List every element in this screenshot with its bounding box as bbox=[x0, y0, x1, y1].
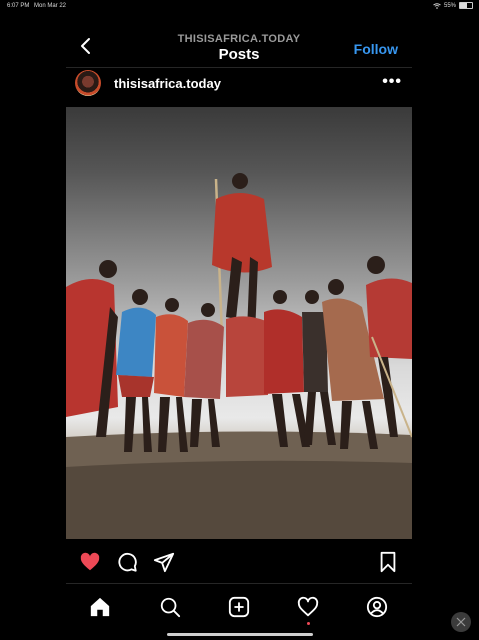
avatar[interactable] bbox=[75, 70, 101, 96]
posts-header: THISISAFRICA.TODAY Posts Follow bbox=[66, 30, 412, 66]
post-header: thisisafrica.today ••• bbox=[66, 70, 412, 98]
home-indicator[interactable] bbox=[167, 633, 313, 636]
header-divider bbox=[66, 67, 412, 68]
status-date: Mon Mar 22 bbox=[34, 3, 67, 9]
status-bar: 6:07 PM Mon Mar 22 55% bbox=[0, 0, 479, 14]
send-icon[interactable] bbox=[153, 551, 175, 573]
plus-square-icon[interactable] bbox=[228, 596, 250, 618]
profile-icon[interactable] bbox=[366, 596, 388, 618]
search-icon[interactable] bbox=[159, 596, 181, 618]
heart-outline-icon[interactable] bbox=[297, 596, 319, 618]
wifi-icon bbox=[433, 2, 441, 9]
status-time: 6:07 PM bbox=[7, 3, 30, 9]
assistive-touch-button[interactable] bbox=[451, 612, 471, 632]
heart-icon[interactable] bbox=[79, 551, 101, 573]
post-photo[interactable] bbox=[66, 107, 412, 539]
post-actions bbox=[66, 548, 412, 576]
photo-illustration bbox=[66, 173, 412, 539]
bottom-tab-bar bbox=[66, 592, 412, 622]
activity-notification-dot bbox=[307, 622, 310, 625]
collapse-arrows-icon bbox=[456, 617, 466, 627]
home-icon[interactable] bbox=[89, 596, 111, 618]
more-horizontal-icon[interactable]: ••• bbox=[382, 73, 402, 91]
post-username[interactable]: thisisafrica.today bbox=[114, 76, 221, 91]
follow-button[interactable]: Follow bbox=[354, 41, 398, 57]
tabbar-divider bbox=[66, 583, 412, 584]
battery-percent: 55% bbox=[443, 2, 456, 9]
bookmark-icon[interactable] bbox=[377, 551, 399, 573]
battery-icon bbox=[459, 2, 473, 9]
status-right: 55% bbox=[433, 2, 473, 9]
comment-icon[interactable] bbox=[116, 551, 138, 573]
